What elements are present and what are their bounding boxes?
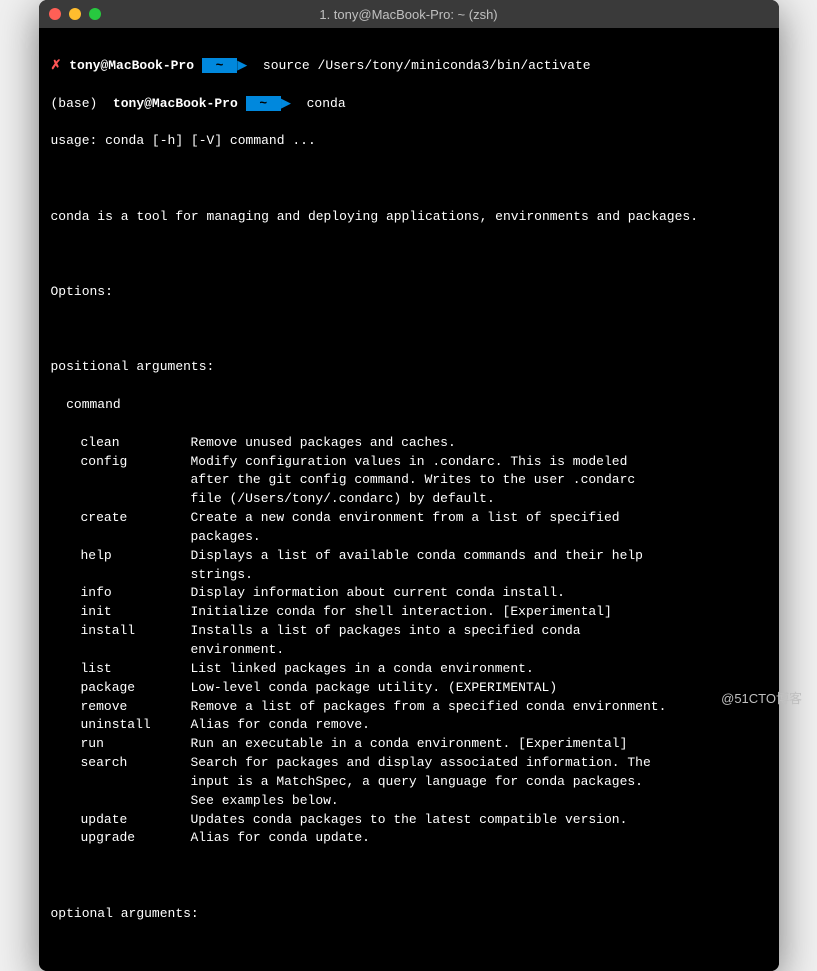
command-description: Low-level conda package utility. (EXPERI… (191, 679, 767, 698)
close-button[interactable] (49, 8, 61, 20)
command-name: uninstall (51, 716, 191, 735)
command-description: Remove a list of packages from a specifi… (191, 698, 767, 717)
command-name: package (51, 679, 191, 698)
command-description-cont: after the git config command. Writes to … (51, 471, 767, 490)
command-row: uninstallAlias for conda remove. (51, 716, 767, 735)
command-name: list (51, 660, 191, 679)
prompt-prefix: (base) (51, 96, 106, 111)
prompt-host: tony@MacBook-Pro (69, 58, 194, 73)
positional-header: positional arguments: (51, 358, 767, 377)
optional-header: optional arguments: (51, 905, 767, 924)
command-row: createCreate a new conda environment fro… (51, 509, 767, 528)
command-description: Run an executable in a conda environment… (191, 735, 767, 754)
command-description-cont: strings. (51, 566, 767, 585)
titlebar[interactable]: 1. tony@MacBook-Pro: ~ (zsh) (39, 0, 779, 28)
command-name: run (51, 735, 191, 754)
command-description: Alias for conda update. (191, 829, 767, 848)
command-description-cont: packages. (51, 528, 767, 547)
window-title: 1. tony@MacBook-Pro: ~ (zsh) (319, 7, 497, 22)
command-description: Alias for conda remove. (191, 716, 767, 735)
terminal-body[interactable]: ✗ tony@MacBook-Pro ~ ▶ source /Users/ton… (39, 28, 779, 971)
terminal-window: 1. tony@MacBook-Pro: ~ (zsh) ✗ tony@MacB… (39, 0, 779, 971)
command-row: updateUpdates conda packages to the late… (51, 811, 767, 830)
command-description-cont: See examples below. (51, 792, 767, 811)
usage-line: usage: conda [-h] [-V] command ... (51, 132, 767, 151)
command-name: upgrade (51, 829, 191, 848)
prompt-line-1: ✗ tony@MacBook-Pro ~ ▶ source /Users/ton… (51, 57, 767, 76)
command-description-cont: environment. (51, 641, 767, 660)
command-description: Remove unused packages and caches. (191, 434, 767, 453)
command-description: Initialize conda for shell interaction. … (191, 603, 767, 622)
command-label: command (51, 396, 767, 415)
command-row: listList linked packages in a conda envi… (51, 660, 767, 679)
command-row: helpDisplays a list of available conda c… (51, 547, 767, 566)
prompt-status-icon: ✗ (51, 58, 62, 73)
command-description: Modify configuration values in .condarc.… (191, 453, 767, 472)
command-row: infoDisplay information about current co… (51, 584, 767, 603)
command-name: info (51, 584, 191, 603)
command-name: help (51, 547, 191, 566)
command-row: cleanRemove unused packages and caches. (51, 434, 767, 453)
commands-list: cleanRemove unused packages and caches.c… (51, 434, 767, 849)
command-row: searchSearch for packages and display as… (51, 754, 767, 773)
prompt-line-2: (base) tony@MacBook-Pro ~ ▶ conda (51, 95, 767, 114)
command-description: Create a new conda environment from a li… (191, 509, 767, 528)
prompt-arrow-icon: ~ (246, 96, 281, 111)
command-name: remove (51, 698, 191, 717)
command-row: runRun an executable in a conda environm… (51, 735, 767, 754)
prompt-arrow-icon: ~ (202, 58, 237, 73)
description-line: conda is a tool for managing and deployi… (51, 208, 767, 227)
command-name: clean (51, 434, 191, 453)
command-description: Updates conda packages to the latest com… (191, 811, 767, 830)
command-row: configModify configuration values in .co… (51, 453, 767, 472)
maximize-button[interactable] (89, 8, 101, 20)
command-description: Search for packages and display associat… (191, 754, 767, 773)
arrow-end-icon: ▶ (237, 58, 247, 73)
command-text: source /Users/tony/miniconda3/bin/activa… (263, 58, 591, 73)
arrow-end-icon: ▶ (281, 96, 291, 111)
traffic-lights (49, 8, 101, 20)
command-name: create (51, 509, 191, 528)
command-description: List linked packages in a conda environm… (191, 660, 767, 679)
command-description-cont: file (/Users/tony/.condarc) by default. (51, 490, 767, 509)
command-name: install (51, 622, 191, 641)
prompt-host: tony@MacBook-Pro (113, 96, 238, 111)
command-description: Displays a list of available conda comma… (191, 547, 767, 566)
minimize-button[interactable] (69, 8, 81, 20)
command-description: Installs a list of packages into a speci… (191, 622, 767, 641)
options-header: Options: (51, 283, 767, 302)
command-description-cont: input is a MatchSpec, a query language f… (51, 773, 767, 792)
command-name: update (51, 811, 191, 830)
command-description: Display information about current conda … (191, 584, 767, 603)
command-text: conda (307, 96, 346, 111)
command-name: config (51, 453, 191, 472)
command-row: removeRemove a list of packages from a s… (51, 698, 767, 717)
command-row: installInstalls a list of packages into … (51, 622, 767, 641)
command-name: init (51, 603, 191, 622)
watermark: @51CTO博客 (721, 688, 802, 707)
command-name: search (51, 754, 191, 773)
command-row: packageLow-level conda package utility. … (51, 679, 767, 698)
command-row: upgradeAlias for conda update. (51, 829, 767, 848)
command-row: initInitialize conda for shell interacti… (51, 603, 767, 622)
